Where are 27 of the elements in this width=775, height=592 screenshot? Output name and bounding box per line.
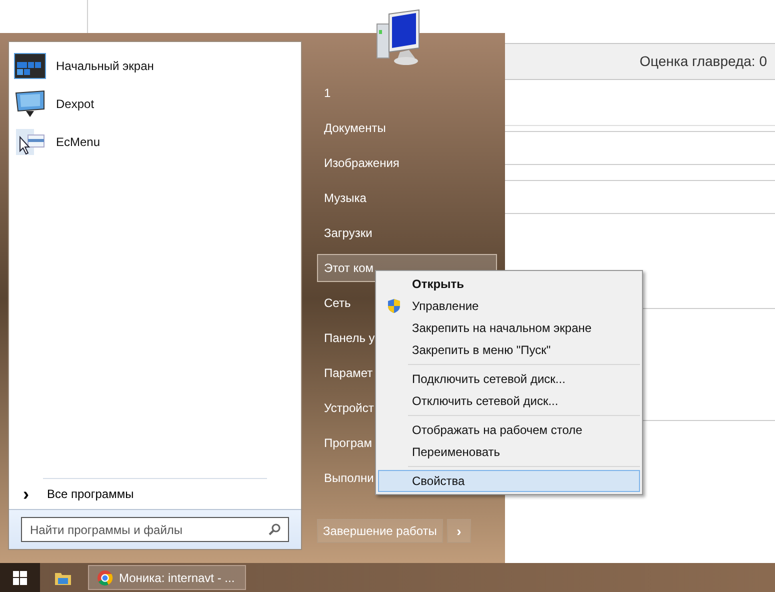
tiles-icon — [14, 53, 46, 79]
all-programs-link[interactable]: › Все программы — [9, 479, 301, 509]
place-item[interactable]: Изображения — [317, 148, 497, 176]
context-menu-item[interactable]: Отключить сетевой диск... — [378, 390, 640, 412]
browser-icon — [97, 570, 113, 586]
context-menu-item[interactable]: Подключить сетевой диск... — [378, 368, 640, 390]
context-menu-item[interactable]: Закрепить на начальном экране — [378, 317, 640, 339]
program-item[interactable]: Dexpot — [9, 85, 301, 123]
place-item[interactable]: Загрузки — [317, 218, 497, 246]
start-button[interactable] — [0, 563, 40, 592]
program-item[interactable]: Начальный экран — [9, 47, 301, 85]
context-menu-item[interactable]: Закрепить в меню "Пуск" — [378, 339, 640, 361]
place-item[interactable]: Документы — [317, 114, 497, 142]
context-menu-item[interactable]: Управление — [378, 295, 640, 317]
windows-logo-icon — [13, 570, 27, 584]
program-item[interactable]: EcMenu — [9, 123, 301, 161]
context-menu-item[interactable]: Переименовать — [378, 441, 640, 463]
place-item[interactable]: Музыка — [317, 184, 497, 212]
cursor-window-icon — [14, 127, 46, 157]
place-item[interactable]: 1 — [317, 78, 497, 106]
rating-label: Оценка главреда: 0 — [640, 52, 767, 71]
context-menu-item[interactable]: Свойства — [378, 470, 640, 492]
monitor-icon — [14, 89, 46, 119]
search-icon — [268, 523, 281, 536]
context-menu-item[interactable]: Отображать на рабочем столе — [378, 419, 640, 441]
taskbar-window-button[interactable]: Моника: internavt - ... — [88, 565, 246, 590]
search-field[interactable]: Найти программы и файлы — [21, 517, 289, 542]
